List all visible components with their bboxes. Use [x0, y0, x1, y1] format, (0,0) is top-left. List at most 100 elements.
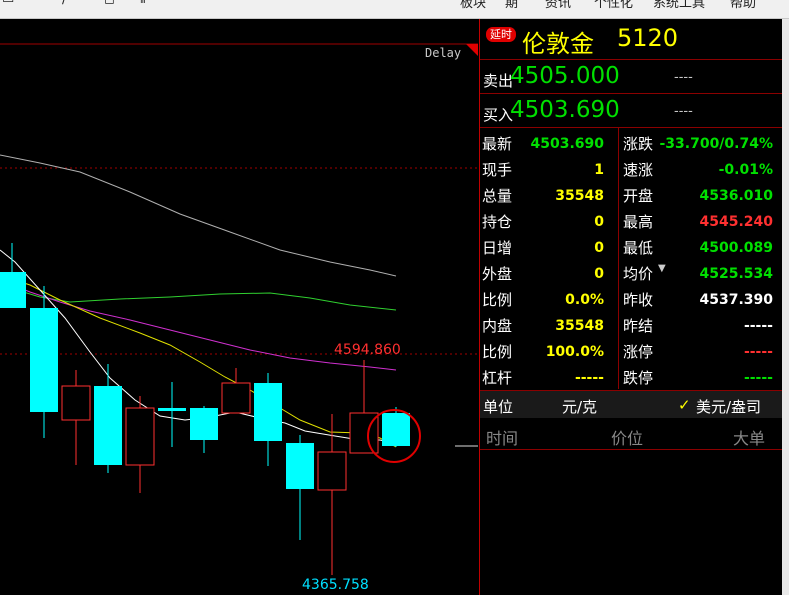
- left-label: 持仓: [482, 213, 513, 231]
- right-value: -33.700/0.74%: [659, 136, 773, 152]
- candle-body: [30, 308, 58, 412]
- right-value: 4500.089: [699, 240, 773, 256]
- right-label: 涨停: [623, 343, 654, 361]
- menu-item-personalize[interactable]: 个性化: [594, 0, 633, 11]
- right-value: 4545.240: [699, 214, 773, 230]
- left-label: 比例: [482, 343, 513, 361]
- instrument-code: 5120: [617, 24, 679, 52]
- menu-bar: ▭ ∕ ◻ ⦀ ⋯ 板块 期 资讯 个性化 系统工具 帮助: [0, 0, 789, 19]
- candle-body: [0, 272, 26, 308]
- quote-row: 比例 0.0% 昨收 4537.390: [480, 287, 782, 313]
- left-label: 现手: [482, 161, 513, 179]
- left-value: 0: [594, 240, 604, 256]
- right-value: -----: [743, 318, 773, 334]
- candle-body: [317, 451, 347, 491]
- unit-row: 单位 元/克 ✓ 美元/盎司: [480, 391, 782, 418]
- right-value: 4525.534: [699, 266, 773, 282]
- unit-value[interactable]: 元/克: [562, 396, 597, 417]
- candlestick-chart[interactable]: 4594.860 4365.758: [0, 19, 478, 595]
- instrument-name: 伦敦金: [522, 30, 594, 58]
- left-value: 0: [594, 266, 604, 282]
- left-value: 1: [594, 162, 604, 178]
- candles: [0, 243, 410, 575]
- right-value: -0.01%: [718, 162, 773, 178]
- ma-line-gray: [0, 154, 397, 277]
- quote-row: 内盘 35548 昨结 -----: [480, 313, 782, 339]
- quote-row: 现手 1 速涨 -0.01%: [480, 157, 782, 183]
- toolbar-icon-4[interactable]: ⦀: [140, 0, 146, 7]
- left-label: 内盘: [482, 317, 513, 335]
- unit-label: 单位: [483, 398, 514, 416]
- scrollbar[interactable]: [782, 19, 789, 595]
- menu-item-board[interactable]: 板块: [460, 0, 486, 11]
- delay-badge: 延时: [486, 27, 516, 42]
- delay-label: Delay: [425, 46, 462, 60]
- left-value: 0.0%: [565, 292, 604, 308]
- menu-item-period[interactable]: 期: [505, 0, 518, 11]
- quote-row: 总量 35548 开盘 4536.010: [480, 183, 782, 209]
- right-value: -----: [743, 344, 773, 360]
- dropdown-arrow-icon[interactable]: ▼: [658, 263, 666, 274]
- right-label: 昨收: [623, 291, 654, 309]
- high-price-label: 4594.860: [334, 342, 401, 358]
- candle-body: [94, 386, 122, 465]
- left-label: 比例: [482, 291, 513, 309]
- right-value: 4536.010: [699, 188, 773, 204]
- candle-body: [125, 407, 155, 466]
- candle-body: [190, 408, 218, 440]
- left-value: 0: [594, 214, 604, 230]
- trade-list-header: 时间 价位 大单: [480, 423, 782, 448]
- more-icon[interactable]: ⋯: [176, 0, 189, 7]
- right-label: 最低: [623, 239, 654, 257]
- buy-price: 4503.690: [510, 97, 620, 123]
- candle-body: [382, 413, 410, 446]
- low-price-label: 4365.758: [302, 577, 369, 593]
- menu-item-news[interactable]: 资讯: [545, 0, 571, 11]
- quote-row: 持仓 0 最高 4545.240: [480, 209, 782, 235]
- buy-volume: ----: [674, 104, 693, 119]
- left-label: 外盘: [482, 265, 513, 283]
- quote-row: 外盘 0 均价 4525.534: [480, 261, 782, 287]
- right-value: -----: [743, 370, 773, 386]
- toolbar-icon-3[interactable]: ◻: [104, 0, 115, 7]
- candle-body: [221, 382, 251, 414]
- ma-line-green: [0, 284, 397, 311]
- menu-item-system-tools[interactable]: 系统工具: [653, 0, 705, 11]
- quote-row: 比例 100.0% 涨停 -----: [480, 339, 782, 365]
- col-price: 价位: [611, 429, 644, 448]
- sell-price: 4505.000: [510, 63, 620, 89]
- toolbar-icon-2[interactable]: ∕: [62, 0, 66, 7]
- right-label: 最高: [623, 213, 654, 231]
- left-value: 35548: [555, 188, 604, 204]
- left-value: 35548: [555, 318, 604, 334]
- quote-row: 杠杆 ----- 跌停 -----: [480, 365, 782, 391]
- check-icon[interactable]: ✓: [678, 396, 691, 414]
- right-label: 涨跌: [623, 135, 654, 153]
- left-label: 日增: [482, 239, 513, 257]
- candle-body: [158, 408, 186, 411]
- toolbar-icon-1[interactable]: ▭: [2, 0, 14, 7]
- candle-body: [254, 383, 282, 441]
- left-label: 杠杆: [482, 369, 513, 387]
- sell-volume: ----: [674, 70, 693, 85]
- left-label: 最新: [482, 135, 513, 153]
- quote-row: 日增 0 最低 4500.089: [480, 235, 782, 261]
- right-value: 4537.390: [699, 292, 773, 308]
- right-label: 跌停: [623, 369, 654, 387]
- menu-item-help[interactable]: 帮助: [730, 0, 756, 11]
- right-label: 开盘: [623, 187, 654, 205]
- currency-option[interactable]: 美元/盎司: [696, 396, 761, 417]
- quote-row: 最新 4503.690 涨跌 -33.700/0.74%: [480, 131, 782, 157]
- right-label: 速涨: [623, 161, 654, 179]
- buy-label: 买入: [483, 106, 514, 124]
- col-time: 时间: [486, 429, 519, 448]
- candle-body: [286, 443, 314, 489]
- quote-panel: 延时 伦敦金 5120 卖出 4505.000 ---- 买入 4503.690…: [479, 19, 783, 595]
- col-volume: 大单: [733, 429, 766, 448]
- right-label: 均价: [623, 265, 654, 283]
- right-label: 昨结: [623, 317, 654, 335]
- candle-body: [61, 385, 91, 421]
- left-label: 总量: [482, 187, 513, 205]
- sell-label: 卖出: [483, 72, 514, 90]
- left-value: 100.0%: [545, 344, 604, 360]
